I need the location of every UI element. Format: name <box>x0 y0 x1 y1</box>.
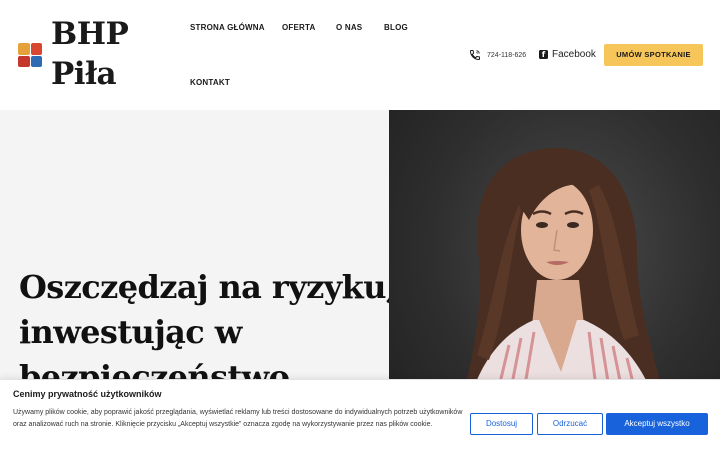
logo[interactable]: BHP Piła <box>18 14 129 94</box>
nav-item-contact[interactable]: KONTAKT <box>190 78 230 87</box>
customize-button[interactable]: Dostosuj <box>470 413 533 435</box>
hero-title-line: inwestując w <box>19 313 242 351</box>
nav-item-about[interactable]: O NAS <box>336 23 362 32</box>
page: BHP Piła STRONA GŁÓWNA OFERTA O NAS BLOG… <box>0 0 720 450</box>
main-nav: STRONA GŁÓWNA OFERTA O NAS BLOG KONTAKT <box>190 0 430 110</box>
logo-line-2: Piła <box>51 56 117 92</box>
nav-item-blog[interactable]: BLOG <box>384 23 408 32</box>
crest-icon <box>18 43 42 67</box>
hero-title-line: Oszczędzaj na ryzyku, <box>19 268 397 306</box>
cookie-title: Cenimy prywatność użytkowników <box>13 389 162 399</box>
phone-icon <box>469 50 480 61</box>
phone-link[interactable]: 724-118-626 <box>469 49 526 61</box>
facebook-icon: f <box>539 50 548 59</box>
cookie-consent-banner: Cenimy prywatność użytkowników Używamy p… <box>0 379 720 450</box>
logo-text: BHP Piła <box>51 14 129 94</box>
book-meeting-button[interactable]: UMÓW SPOTKANIE <box>604 44 703 66</box>
logo-line-1: BHP <box>51 16 129 52</box>
cookie-text: Używamy plików cookie, aby poprawić jako… <box>13 409 463 428</box>
phone-number: 724-118-626 <box>487 51 527 59</box>
nav-item-home[interactable]: STRONA GŁÓWNA <box>190 23 265 32</box>
nav-item-offer[interactable]: OFERTA <box>282 23 316 32</box>
facebook-label: Facebook <box>552 49 596 60</box>
facebook-link[interactable]: f Facebook <box>539 49 596 60</box>
accept-all-button[interactable]: Akceptuj wszystko <box>606 413 708 435</box>
reject-button[interactable]: Odrzucać <box>537 413 603 435</box>
site-header: BHP Piła STRONA GŁÓWNA OFERTA O NAS BLOG… <box>0 0 720 110</box>
